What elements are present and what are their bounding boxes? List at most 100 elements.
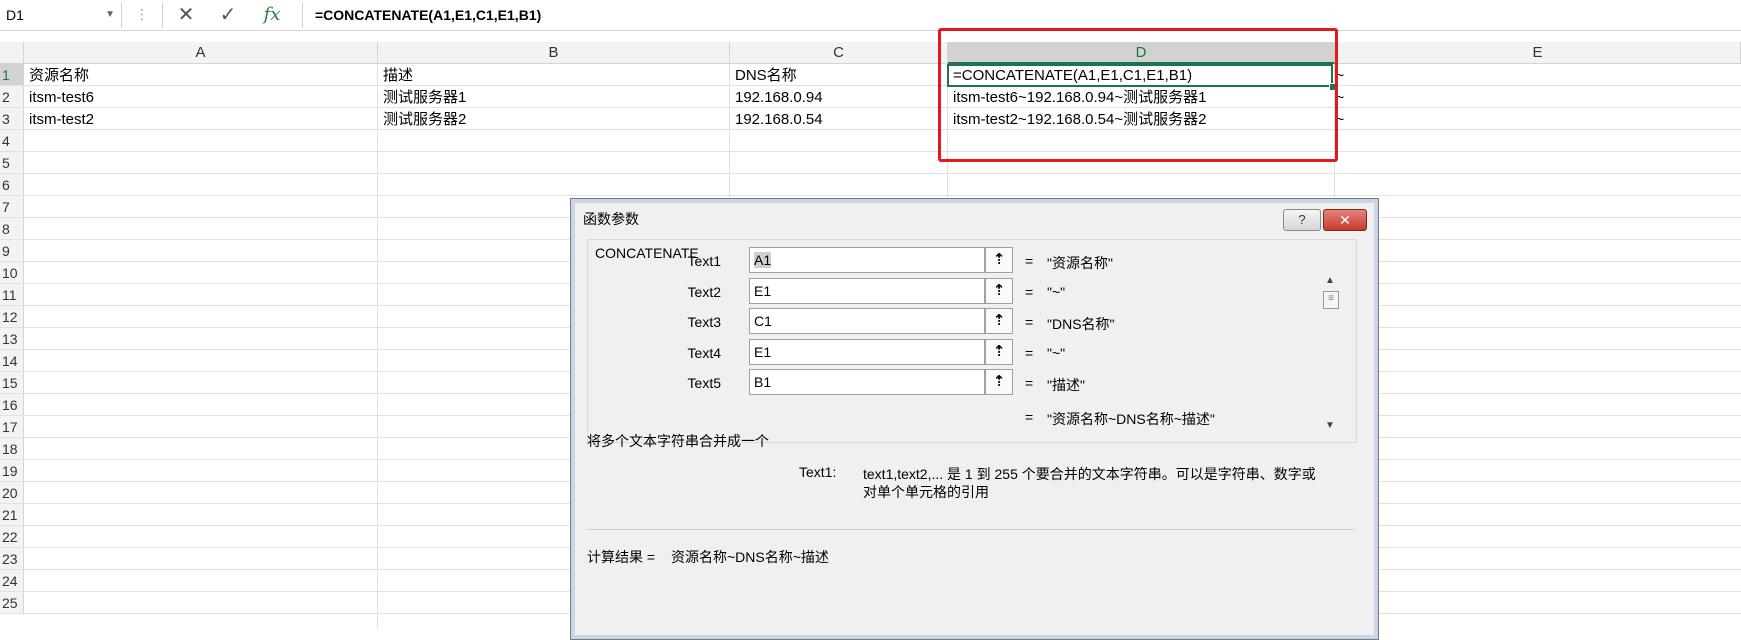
- row-header-10[interactable]: 10: [0, 262, 24, 284]
- arg-value-text1: "资源名称": [1047, 255, 1113, 271]
- function-arguments-dialog: 函数参数 ? ✕ CONCATENATE Text1 A1 ⇡ = "资源名称"…: [570, 198, 1379, 640]
- row-header-7[interactable]: 7: [0, 196, 24, 218]
- row-header-4[interactable]: 4: [0, 130, 24, 152]
- formula-result-preview: "资源名称~DNS名称~描述": [1047, 411, 1215, 427]
- equals-sign: =: [1025, 409, 1034, 425]
- row-header-20[interactable]: 20: [0, 482, 24, 504]
- scroll-thumb[interactable]: ≡: [1323, 291, 1339, 309]
- arguments-scrollbar[interactable]: ▲ ≡ ▼: [1323, 275, 1339, 437]
- arg-input-text5[interactable]: B1: [749, 369, 985, 395]
- arg-value-text5: "描述": [1047, 377, 1085, 393]
- arg-label-text4: Text4: [687, 345, 721, 361]
- arg-value-text2: "~": [1047, 284, 1066, 300]
- equals-sign: =: [1025, 314, 1034, 330]
- cell-a2[interactable]: itsm-test6: [26, 87, 94, 109]
- column-header-e[interactable]: E: [1335, 42, 1741, 64]
- arg-input-text3[interactable]: C1: [749, 308, 985, 334]
- drag-handle-icon[interactable]: ⋮: [135, 6, 149, 23]
- chevron-down-icon[interactable]: ▼: [105, 2, 115, 28]
- cell-b3[interactable]: 测试服务器2: [380, 109, 466, 131]
- row-header-24[interactable]: 24: [0, 570, 24, 592]
- enter-icon[interactable]: ✓: [214, 4, 242, 26]
- row-header-15[interactable]: 15: [0, 372, 24, 394]
- row-header-22[interactable]: 22: [0, 526, 24, 548]
- row-header-14[interactable]: 14: [0, 350, 24, 372]
- row-header-11[interactable]: 11: [0, 284, 24, 306]
- collapse-dialog-icon[interactable]: ⇡: [985, 247, 1013, 273]
- insert-function-icon[interactable]: fx: [258, 4, 286, 26]
- divider: [162, 2, 163, 28]
- arg-value-text4: "~": [1047, 345, 1066, 361]
- arg-help-text: text1,text2,... 是 1 到 255 个要合并的文本字符串。可以是…: [863, 466, 1316, 482]
- grid-line: [24, 107, 1741, 108]
- help-button[interactable]: ?: [1283, 209, 1321, 231]
- dialog-title: 函数参数: [583, 211, 639, 227]
- arg-input-text2[interactable]: E1: [749, 278, 985, 304]
- grid-line: [377, 64, 378, 629]
- column-header-b[interactable]: B: [378, 42, 730, 64]
- arg-input-value: A1: [754, 252, 772, 268]
- arg-label-text2: Text2: [687, 284, 721, 300]
- grid-line: [24, 129, 1741, 130]
- equals-sign: =: [1025, 253, 1034, 269]
- row-header-18[interactable]: 18: [0, 438, 24, 460]
- name-box[interactable]: D1 ▼: [0, 2, 122, 28]
- function-description: 将多个文本字符串合并成一个: [587, 433, 769, 449]
- cell-c3[interactable]: 192.168.0.54: [732, 109, 823, 131]
- cell-c1[interactable]: DNS名称: [732, 65, 797, 87]
- arg-label-text3: Text3: [687, 314, 721, 330]
- collapse-dialog-icon[interactable]: ⇡: [985, 369, 1013, 395]
- grid-line: [24, 195, 1741, 196]
- equals-sign: =: [1025, 345, 1034, 361]
- divider: [302, 2, 303, 28]
- cell-b1[interactable]: 描述: [380, 65, 413, 87]
- divider: [587, 529, 1355, 530]
- calc-result-value: 资源名称~DNS名称~描述: [671, 549, 829, 565]
- row-header-13[interactable]: 13: [0, 328, 24, 350]
- arg-label-text1: Text1: [687, 253, 721, 269]
- cell-b2[interactable]: 测试服务器1: [380, 87, 466, 109]
- row-header-3[interactable]: 3: [0, 108, 24, 130]
- cell-a3[interactable]: itsm-test2: [26, 109, 94, 131]
- column-header-c[interactable]: C: [730, 42, 948, 64]
- arg-input-text4[interactable]: E1: [749, 339, 985, 365]
- row-header-25[interactable]: 25: [0, 592, 24, 614]
- row-header-6[interactable]: 6: [0, 174, 24, 196]
- formula-bar: D1 ▼ ⋮ ✕ ✓ fx =CONCATENATE(A1,E1,C1,E1,B…: [0, 0, 1741, 31]
- collapse-dialog-icon[interactable]: ⇡: [985, 308, 1013, 334]
- row-header-23[interactable]: 23: [0, 548, 24, 570]
- cell-a1[interactable]: 资源名称: [26, 65, 89, 87]
- equals-sign: =: [1025, 375, 1034, 391]
- row-header-8[interactable]: 8: [0, 218, 24, 240]
- row-header-19[interactable]: 19: [0, 460, 24, 482]
- cell-c2[interactable]: 192.168.0.94: [732, 87, 823, 109]
- row-header-9[interactable]: 9: [0, 240, 24, 262]
- column-header-a[interactable]: A: [24, 42, 378, 64]
- row-header-12[interactable]: 12: [0, 306, 24, 328]
- scroll-up-icon[interactable]: ▲: [1325, 275, 1335, 286]
- calc-result-label: 计算结果 =: [587, 549, 656, 565]
- row-header-1[interactable]: 1: [0, 64, 24, 86]
- arg-help-label: Text1:: [799, 464, 837, 480]
- scroll-down-icon[interactable]: ▼: [1325, 420, 1335, 431]
- row-header-21[interactable]: 21: [0, 504, 24, 526]
- equals-sign: =: [1025, 284, 1034, 300]
- cancel-icon[interactable]: ✕: [172, 4, 200, 26]
- row-header-2[interactable]: 2: [0, 86, 24, 108]
- grid-line: [24, 151, 1741, 152]
- select-all-corner[interactable]: [0, 42, 24, 64]
- name-box-value: D1: [6, 7, 24, 23]
- collapse-dialog-icon[interactable]: ⇡: [985, 339, 1013, 365]
- arg-label-text5: Text5: [687, 375, 721, 391]
- row-header-16[interactable]: 16: [0, 394, 24, 416]
- row-header-5[interactable]: 5: [0, 152, 24, 174]
- arg-help-text: 对单个单元格的引用: [863, 484, 989, 500]
- grid-line: [24, 173, 1741, 174]
- collapse-dialog-icon[interactable]: ⇡: [985, 278, 1013, 304]
- formula-input[interactable]: =CONCATENATE(A1,E1,C1,E1,B1): [315, 0, 541, 30]
- row-header-17[interactable]: 17: [0, 416, 24, 438]
- grid-line: [24, 85, 1741, 86]
- arg-value-text3: "DNS名称": [1047, 316, 1115, 332]
- arg-input-text1[interactable]: A1: [749, 247, 985, 273]
- close-button[interactable]: ✕: [1323, 209, 1367, 231]
